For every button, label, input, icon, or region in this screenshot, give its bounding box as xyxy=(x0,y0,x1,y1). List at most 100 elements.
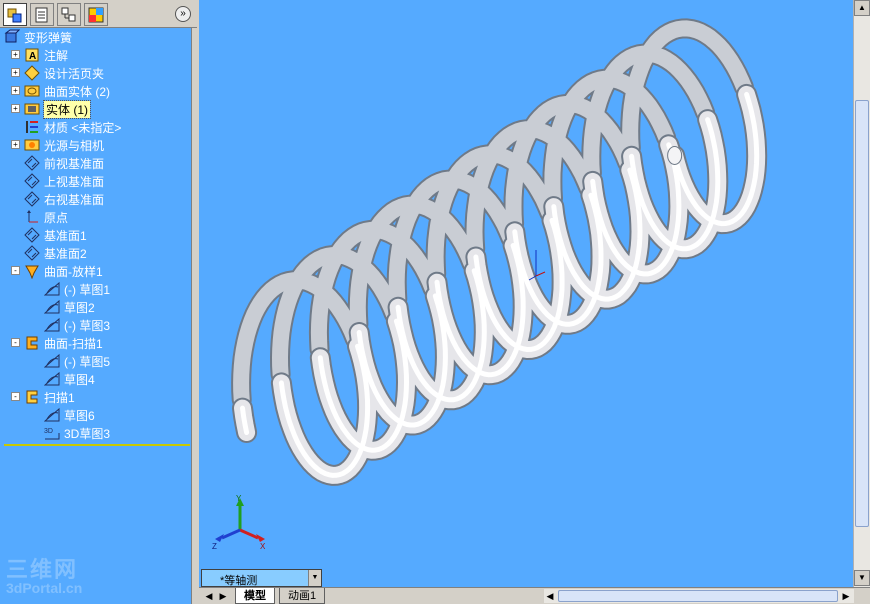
tree-item-label: 变形弹簧 xyxy=(24,31,73,45)
feature-manager-pane: » 变形弹簧 + A 注解 + 设计活页夹 + 曲面实体 (2) + 实体 (1) 材质 <未指定>… xyxy=(0,0,197,604)
tree-item[interactable]: 上视基准面 xyxy=(0,172,191,190)
chevron-down-icon[interactable]: ▼ xyxy=(308,570,321,586)
origin-icon xyxy=(24,209,40,225)
tree-item[interactable]: 草图2 xyxy=(0,298,191,316)
origin-icon xyxy=(27,210,38,223)
tree-item[interactable]: + 实体 (1) xyxy=(0,100,191,119)
display-manager-tab[interactable] xyxy=(84,3,108,26)
expand-icon[interactable]: + xyxy=(11,86,20,95)
feature-manager-tab[interactable] xyxy=(3,3,27,26)
tree-root[interactable]: 变形弹簧 xyxy=(0,28,191,46)
sketch-icon xyxy=(43,317,60,332)
surface-bodies-icon xyxy=(24,83,40,99)
tree-item-label: 曲面-扫描1 xyxy=(44,337,103,351)
tree-item[interactable]: + 设计活页夹 xyxy=(0,64,191,82)
tree-item[interactable]: + 光源与相机 xyxy=(0,136,191,154)
hscroll-right-button[interactable]: ▶ xyxy=(840,589,852,603)
plane-icon xyxy=(24,245,40,261)
tree-item[interactable]: - 曲面-扫描1 xyxy=(0,334,191,352)
expand-icon[interactable]: + xyxy=(11,50,20,59)
vertical-scrollbar[interactable]: ▲ ▼ xyxy=(853,0,870,587)
tree-item-label: 草图6 xyxy=(64,409,95,423)
3d-sketch-icon: 3D xyxy=(44,425,60,441)
sketch-icon xyxy=(43,317,60,333)
sketch-icon xyxy=(43,281,60,296)
feature-tree: 变形弹簧 + A 注解 + 设计活页夹 + 曲面实体 (2) + 实体 (1) 材质 <未指定> + 光… xyxy=(0,28,191,446)
tree-item[interactable]: (-) 草图3 xyxy=(0,316,191,334)
tree-item-label: 设计活页夹 xyxy=(44,67,105,81)
tree-item[interactable]: 3D 3D草图3 xyxy=(0,424,191,442)
collapse-icon[interactable]: - xyxy=(11,338,20,347)
surface-loft-icon xyxy=(24,263,40,280)
collapse-icon[interactable]: - xyxy=(11,266,20,275)
tree-item-label: 曲面实体 (2) xyxy=(44,85,111,99)
surface-bodies-icon xyxy=(24,85,40,97)
tree-item-label: 基准面1 xyxy=(44,229,87,243)
tree-item-label: 草图2 xyxy=(64,301,95,315)
sketch-icon xyxy=(43,371,60,386)
tree-item-label: 注解 xyxy=(44,49,69,63)
tree-item[interactable]: - 扫描1 xyxy=(0,388,191,406)
spring-end-cap[interactable] xyxy=(667,145,683,165)
tree-item[interactable]: + A 注解 xyxy=(0,46,191,64)
scroll-down-button[interactable]: ▼ xyxy=(854,570,870,586)
solid-bodies-icon xyxy=(24,101,40,117)
tree-item-label: 实体 (1) xyxy=(42,100,92,119)
expand-icon[interactable]: + xyxy=(11,140,20,149)
tree-item[interactable]: (-) 草图5 xyxy=(0,352,191,370)
tab-model[interactable]: 模型 xyxy=(235,588,275,604)
pane-splitter[interactable] xyxy=(191,28,197,604)
tree-item-label: (-) 草图1 xyxy=(64,283,110,297)
tree-item[interactable]: 草图4 xyxy=(0,370,191,388)
hscroll-left-button[interactable]: ◀ xyxy=(544,589,556,603)
tree-item[interactable]: 草图6 xyxy=(0,406,191,424)
annotation-icon: A xyxy=(25,48,39,62)
sketch-icon xyxy=(43,407,60,423)
tree-item-label: 曲面-放样1 xyxy=(44,265,103,279)
view-orientation-select[interactable]: *等轴测 ▼ xyxy=(201,569,322,587)
tree-item[interactable]: 基准面2 xyxy=(0,244,191,262)
tree-item-label: (-) 草图3 xyxy=(64,319,110,333)
horizontal-scroll-thumb[interactable] xyxy=(558,590,838,602)
tree-item[interactable]: 前视基准面 xyxy=(0,154,191,172)
design-binder-icon xyxy=(24,65,40,81)
plane-icon xyxy=(24,191,40,207)
tree-item-label: 光源与相机 xyxy=(44,139,105,153)
expand-icon[interactable]: + xyxy=(11,68,20,77)
tree-item[interactable]: 材质 <未指定> xyxy=(0,118,191,136)
bottom-tab-bar: ◀ ▶ 模型 动画1 ◀ ▶ xyxy=(199,587,870,604)
sketch-icon xyxy=(43,281,60,297)
collapse-icon[interactable]: - xyxy=(11,392,20,401)
plane-icon xyxy=(24,227,40,243)
property-icon xyxy=(35,7,48,22)
tab-animation1[interactable]: 动画1 xyxy=(279,588,326,604)
property-manager-tab[interactable] xyxy=(30,3,54,26)
tree-item[interactable]: (-) 草图1 xyxy=(0,280,191,298)
tab-scroll-left-button[interactable]: ◀ xyxy=(203,589,215,603)
plane-icon xyxy=(24,245,40,261)
configuration-icon xyxy=(61,7,76,21)
horizontal-scrollbar[interactable]: ◀ ▶ xyxy=(544,589,854,603)
tree-item[interactable]: - 曲面-放样1 xyxy=(0,262,191,280)
annotation-icon: A xyxy=(24,47,40,63)
tree-item[interactable]: + 曲面实体 (2) xyxy=(0,82,191,100)
configuration-manager-tab[interactable] xyxy=(57,3,81,26)
lights-cameras-icon xyxy=(24,139,40,151)
tree-item[interactable]: 原点 xyxy=(0,208,191,226)
scroll-up-button[interactable]: ▲ xyxy=(854,0,870,16)
plane-icon xyxy=(24,173,40,189)
triad-y-label: Y xyxy=(236,494,242,503)
tab-scroll-right-button[interactable]: ▶ xyxy=(217,589,229,603)
tree-item-label: 扫描1 xyxy=(44,391,75,405)
graphics-viewport[interactable] xyxy=(199,0,853,587)
expand-icon[interactable]: + xyxy=(11,104,20,113)
tree-item-label: (-) 草图5 xyxy=(64,355,110,369)
rollback-bar[interactable] xyxy=(4,444,190,446)
spring-model[interactable] xyxy=(199,0,853,587)
feature-tree-icon xyxy=(7,8,22,22)
vertical-scroll-thumb[interactable] xyxy=(855,100,869,527)
tree-item[interactable]: 右视基准面 xyxy=(0,190,191,208)
pane-tab-bar: » xyxy=(0,0,197,28)
tree-item[interactable]: 基准面1 xyxy=(0,226,191,244)
collapse-pane-button[interactable]: » xyxy=(175,6,191,22)
